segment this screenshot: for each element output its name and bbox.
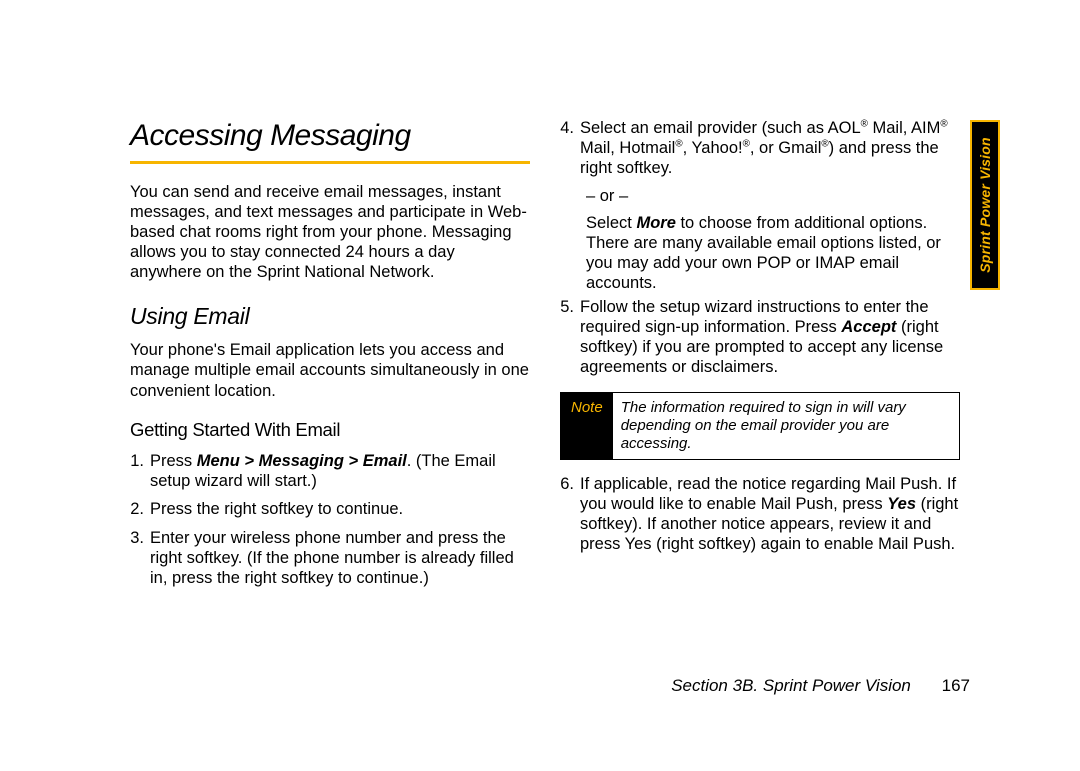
step-text: Select an email provider (such as AOL® M… — [580, 118, 960, 178]
heading-using-email: Using Email — [130, 302, 530, 330]
step-3: 3. Enter your wireless phone number and … — [130, 528, 530, 588]
section-side-tab: Sprint Power Vision — [970, 120, 1000, 290]
step-4-alt: Select More to choose from additional op… — [560, 213, 960, 294]
note-label: Note — [561, 393, 613, 459]
side-tab-label: Sprint Power Vision — [977, 137, 993, 273]
step-text: Follow the setup wizard instructions to … — [580, 297, 960, 378]
steps-list-right-3: 6. If applicable, read the notice regard… — [560, 474, 960, 555]
manual-page: Sprint Power Vision Accessing Messaging … — [0, 0, 1080, 771]
step-1: 1. Press Menu > Messaging > Email. (The … — [130, 451, 530, 491]
step-number: 6. — [560, 474, 580, 555]
step-text: Press Menu > Messaging > Email. (The Ema… — [150, 451, 530, 491]
heading-accessing-messaging: Accessing Messaging — [130, 118, 530, 164]
right-column: 4. Select an email provider (such as AOL… — [560, 118, 960, 596]
content-area: Accessing Messaging You can send and rec… — [130, 118, 970, 596]
left-column: Accessing Messaging You can send and rec… — [130, 118, 530, 596]
using-email-intro: Your phone's Email application lets you … — [130, 340, 530, 400]
note-box: Note The information required to sign in… — [560, 392, 960, 460]
steps-list-right: 4. Select an email provider (such as AOL… — [560, 118, 960, 178]
step-text: Press the right softkey to continue. — [150, 499, 530, 519]
step-2: 2. Press the right softkey to continue. — [130, 499, 530, 519]
steps-list-left: 1. Press Menu > Messaging > Email. (The … — [130, 451, 530, 588]
or-separator: – or – — [560, 186, 960, 206]
step-number: 4. — [560, 118, 580, 178]
step-5: 5. Follow the setup wizard instructions … — [560, 297, 960, 378]
step-6: 6. If applicable, read the notice regard… — [560, 474, 960, 555]
intro-paragraph: You can send and receive email messages,… — [130, 182, 530, 283]
step-number: 5. — [560, 297, 580, 378]
footer-section-label: Section 3B. Sprint Power Vision — [671, 676, 911, 695]
step-number: 2. — [130, 499, 150, 519]
steps-list-right-2: 5. Follow the setup wizard instructions … — [560, 297, 960, 378]
note-text: The information required to sign in will… — [613, 393, 959, 459]
page-number: 167 — [942, 676, 970, 695]
step-4: 4. Select an email provider (such as AOL… — [560, 118, 960, 178]
step-text: Enter your wireless phone number and pre… — [150, 528, 530, 588]
step-number: 3. — [130, 528, 150, 588]
heading-getting-started: Getting Started With Email — [130, 419, 530, 442]
step-text: If applicable, read the notice regarding… — [580, 474, 960, 555]
page-footer: Section 3B. Sprint Power Vision 167 — [671, 676, 970, 696]
step-number: 1. — [130, 451, 150, 491]
